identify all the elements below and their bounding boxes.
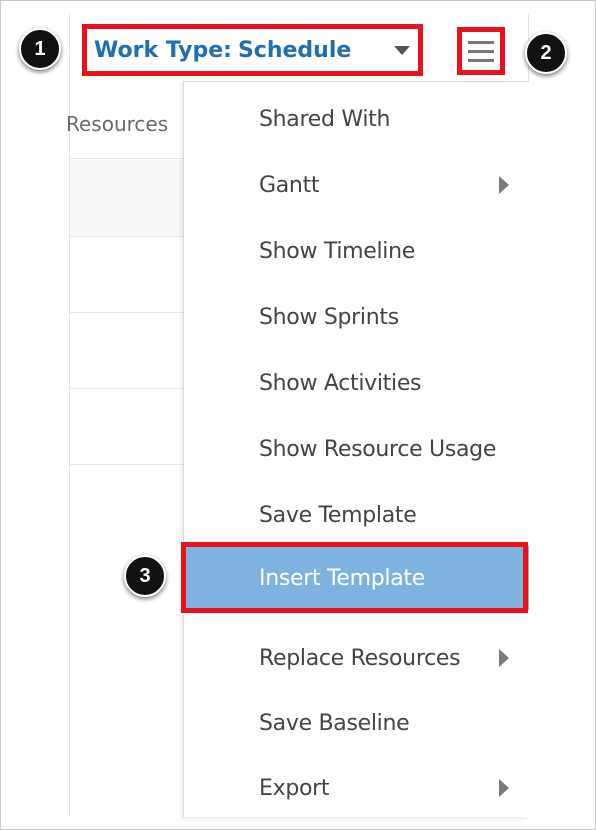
menu-item-show-timeline[interactable]: Show Timeline — [184, 218, 529, 284]
menu-item-label: Show Resource Usage — [259, 436, 497, 462]
menu-item-save-template[interactable]: Save Template — [184, 482, 529, 548]
menu-item-label: Save Baseline — [259, 710, 410, 736]
menu-item-show-sprints[interactable]: Show Sprints — [184, 284, 529, 350]
work-type-dropdown[interactable]: Work Type: Schedule — [84, 26, 420, 74]
menu-item-show-activities[interactable]: Show Activities — [184, 350, 529, 416]
step-badge-number: 3 — [139, 564, 151, 587]
menu-icon-bar — [468, 58, 494, 62]
hamburger-menu-button[interactable] — [463, 33, 499, 69]
menu-item-label: Show Sprints — [259, 304, 399, 330]
menu-item-label: Save Template — [259, 502, 417, 528]
work-type-label: Work Type: — [94, 37, 232, 63]
menu-item-export[interactable]: Export — [184, 755, 529, 821]
menu-item-replace-resources[interactable]: Replace Resources — [184, 625, 529, 691]
grid-divider — [70, 464, 184, 465]
options-menu: Shared With Gantt Show Timeline Show Spr… — [183, 81, 529, 817]
menu-item-show-resource-usage[interactable]: Show Resource Usage — [184, 416, 529, 482]
column-header-resources[interactable]: Resources — [66, 112, 184, 136]
menu-item-label: Gantt — [259, 172, 320, 198]
caret-right-icon — [499, 779, 509, 797]
grid-divider — [70, 312, 184, 313]
step-badge-3: 3 — [124, 555, 166, 597]
menu-item-label: Shared With — [259, 106, 391, 132]
caret-right-icon — [499, 649, 509, 667]
grid-divider — [70, 236, 184, 237]
grid-row-selected[interactable] — [70, 160, 184, 236]
menu-item-label: Insert Template — [259, 565, 425, 591]
menu-item-label: Export — [259, 775, 330, 801]
menu-item-label: Show Activities — [259, 370, 422, 396]
menu-icon-bar — [468, 40, 494, 44]
caret-right-icon — [499, 176, 509, 194]
menu-item-label: Replace Resources — [259, 645, 461, 671]
step-badge-number: 1 — [34, 37, 46, 60]
work-type-text: Work Type: Schedule — [94, 38, 351, 63]
grid-divider — [70, 158, 184, 159]
menu-item-gantt[interactable]: Gantt — [184, 152, 529, 218]
step-badge-number: 2 — [540, 41, 552, 64]
step-badge-2: 2 — [525, 32, 567, 74]
menu-icon-bar — [468, 49, 494, 53]
menu-item-insert-template[interactable]: Insert Template — [184, 546, 529, 610]
menu-item-shared-with[interactable]: Shared With — [184, 86, 529, 152]
caret-down-icon — [394, 45, 410, 55]
step-badge-1: 1 — [19, 28, 61, 70]
work-type-value: Schedule — [237, 37, 352, 63]
menu-item-save-baseline[interactable]: Save Baseline — [184, 690, 529, 756]
grid-divider — [70, 388, 184, 389]
menu-item-label: Show Timeline — [259, 238, 415, 264]
